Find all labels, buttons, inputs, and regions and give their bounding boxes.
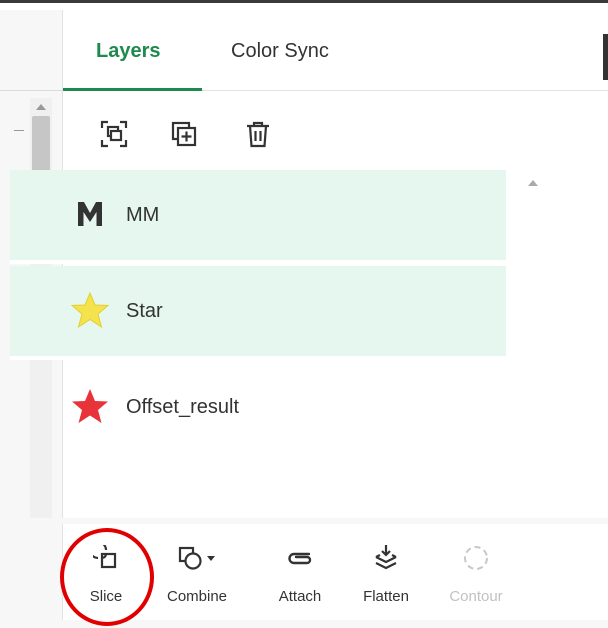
attach-label: Attach <box>278 588 322 605</box>
layer-name: Offset_result <box>126 396 240 418</box>
layer-name: Star <box>126 300 163 322</box>
group-icon[interactable] <box>97 117 131 151</box>
panel-edge-bar <box>603 34 608 80</box>
duplicate-icon[interactable] <box>167 117 201 151</box>
delete-icon[interactable] <box>241 117 275 151</box>
flatten-icon <box>347 540 425 576</box>
layers-toolbar <box>63 91 608 177</box>
layers-scrollbar[interactable] <box>522 170 542 508</box>
contour-icon <box>437 540 515 576</box>
contour-label: Contour <box>449 588 503 605</box>
ruler-tick <box>14 130 24 131</box>
layer-row[interactable]: Star <box>10 266 506 360</box>
attach-icon <box>261 540 339 576</box>
slice-label: Slice <box>89 588 123 605</box>
layer-row[interactable]: MM <box>10 170 506 264</box>
yellow-star-icon <box>70 290 110 330</box>
red-star-icon <box>70 386 110 426</box>
tab-layers[interactable]: Layers <box>96 40 161 63</box>
contour-button[interactable]: Contour <box>437 530 515 614</box>
slice-icon <box>67 540 145 576</box>
combine-icon <box>158 540 236 576</box>
layers-list: MM Star Offset_result <box>10 170 506 508</box>
panel-tabs: Layers Color Sync <box>63 10 608 91</box>
left-panel-divider <box>0 90 62 91</box>
scroll-up-icon[interactable] <box>528 180 538 186</box>
flatten-button[interactable]: Flatten <box>347 530 425 614</box>
slice-button[interactable]: Slice <box>67 530 145 614</box>
combine-label: Combine <box>166 588 228 605</box>
flatten-label: Flatten <box>363 588 409 605</box>
layer-name: MM <box>126 204 160 226</box>
bottom-toolbar-inner: Slice Combine Attach Flatten Contour <box>62 524 608 620</box>
combine-button[interactable]: Combine <box>158 530 236 614</box>
attach-button[interactable]: Attach <box>261 530 339 614</box>
left-scroll-up-icon[interactable] <box>36 104 46 110</box>
layer-row[interactable]: Offset_result <box>10 362 506 456</box>
bottom-toolbar: Slice Combine Attach Flatten Contour <box>0 518 608 628</box>
tab-color-sync[interactable]: Color Sync <box>231 40 329 63</box>
top-border <box>0 0 608 10</box>
letter-m-icon <box>70 194 110 234</box>
